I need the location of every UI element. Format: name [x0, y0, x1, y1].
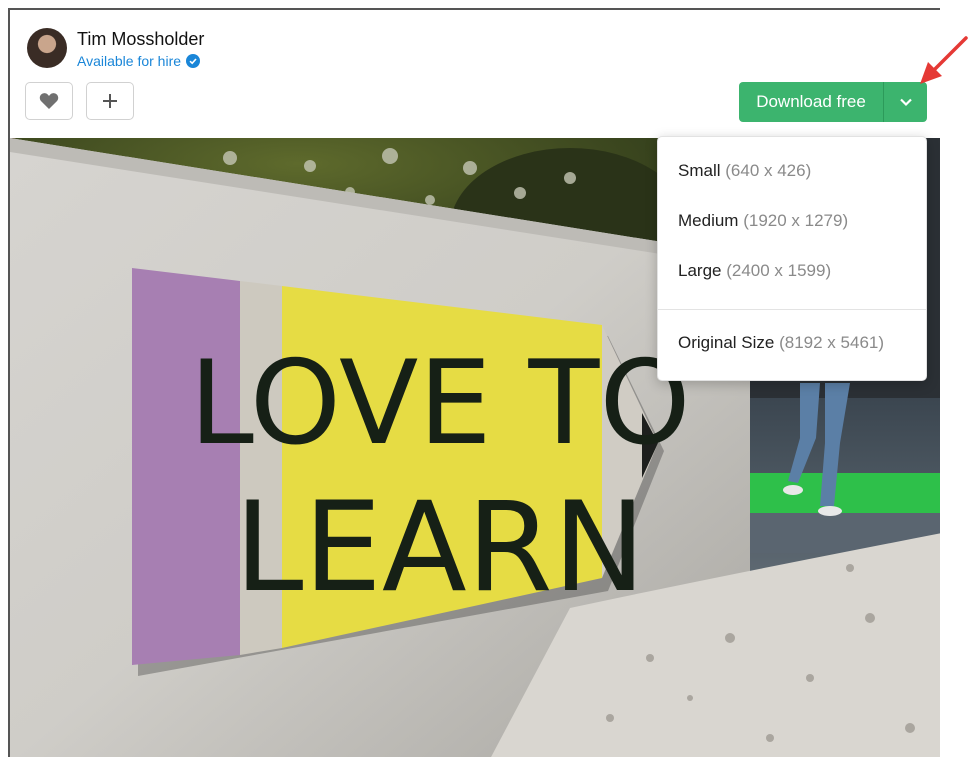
download-size-menu: Small (640 x 426) Medium (1920 x 1279) L…: [657, 136, 927, 381]
verified-check-icon: [186, 54, 201, 68]
author-name[interactable]: Tim Mossholder: [77, 29, 204, 50]
photo-text-line2: LEARN: [234, 476, 645, 620]
menu-item-medium[interactable]: Medium (1920 x 1279): [678, 211, 848, 231]
menu-item-medium-label: Medium: [678, 211, 739, 230]
annotation-arrow-icon: [920, 36, 968, 84]
menu-item-large[interactable]: Large (2400 x 1599): [678, 261, 831, 281]
menu-item-original-size: (8192 x 5461): [779, 333, 885, 352]
menu-item-small-size: (640 x 426): [725, 161, 812, 180]
menu-divider: [658, 309, 926, 310]
hire-status[interactable]: Available for hire: [77, 53, 201, 69]
download-button-group: Download free: [739, 82, 927, 122]
menu-item-medium-size: (1920 x 1279): [743, 211, 849, 230]
hire-status-label: Available for hire: [77, 53, 182, 69]
menu-item-large-size: (2400 x 1599): [726, 261, 832, 280]
like-button[interactable]: [25, 82, 73, 120]
heart-icon: [39, 93, 59, 109]
menu-item-small-label: Small: [678, 161, 721, 180]
chevron-down-icon: [899, 98, 912, 107]
menu-item-small[interactable]: Small (640 x 426): [678, 161, 811, 181]
menu-item-large-label: Large: [678, 261, 722, 280]
menu-item-original-label: Original Size: [678, 333, 775, 352]
collect-button[interactable]: [86, 82, 134, 120]
menu-item-original[interactable]: Original Size (8192 x 5461): [678, 333, 884, 353]
plus-icon: [103, 94, 117, 108]
download-free-button[interactable]: Download free: [739, 82, 883, 122]
photo-text-line1: LOVE TO: [189, 336, 690, 471]
author-avatar[interactable]: [27, 28, 67, 68]
photo-page: Tim Mossholder Available for hire Downlo…: [8, 8, 940, 757]
